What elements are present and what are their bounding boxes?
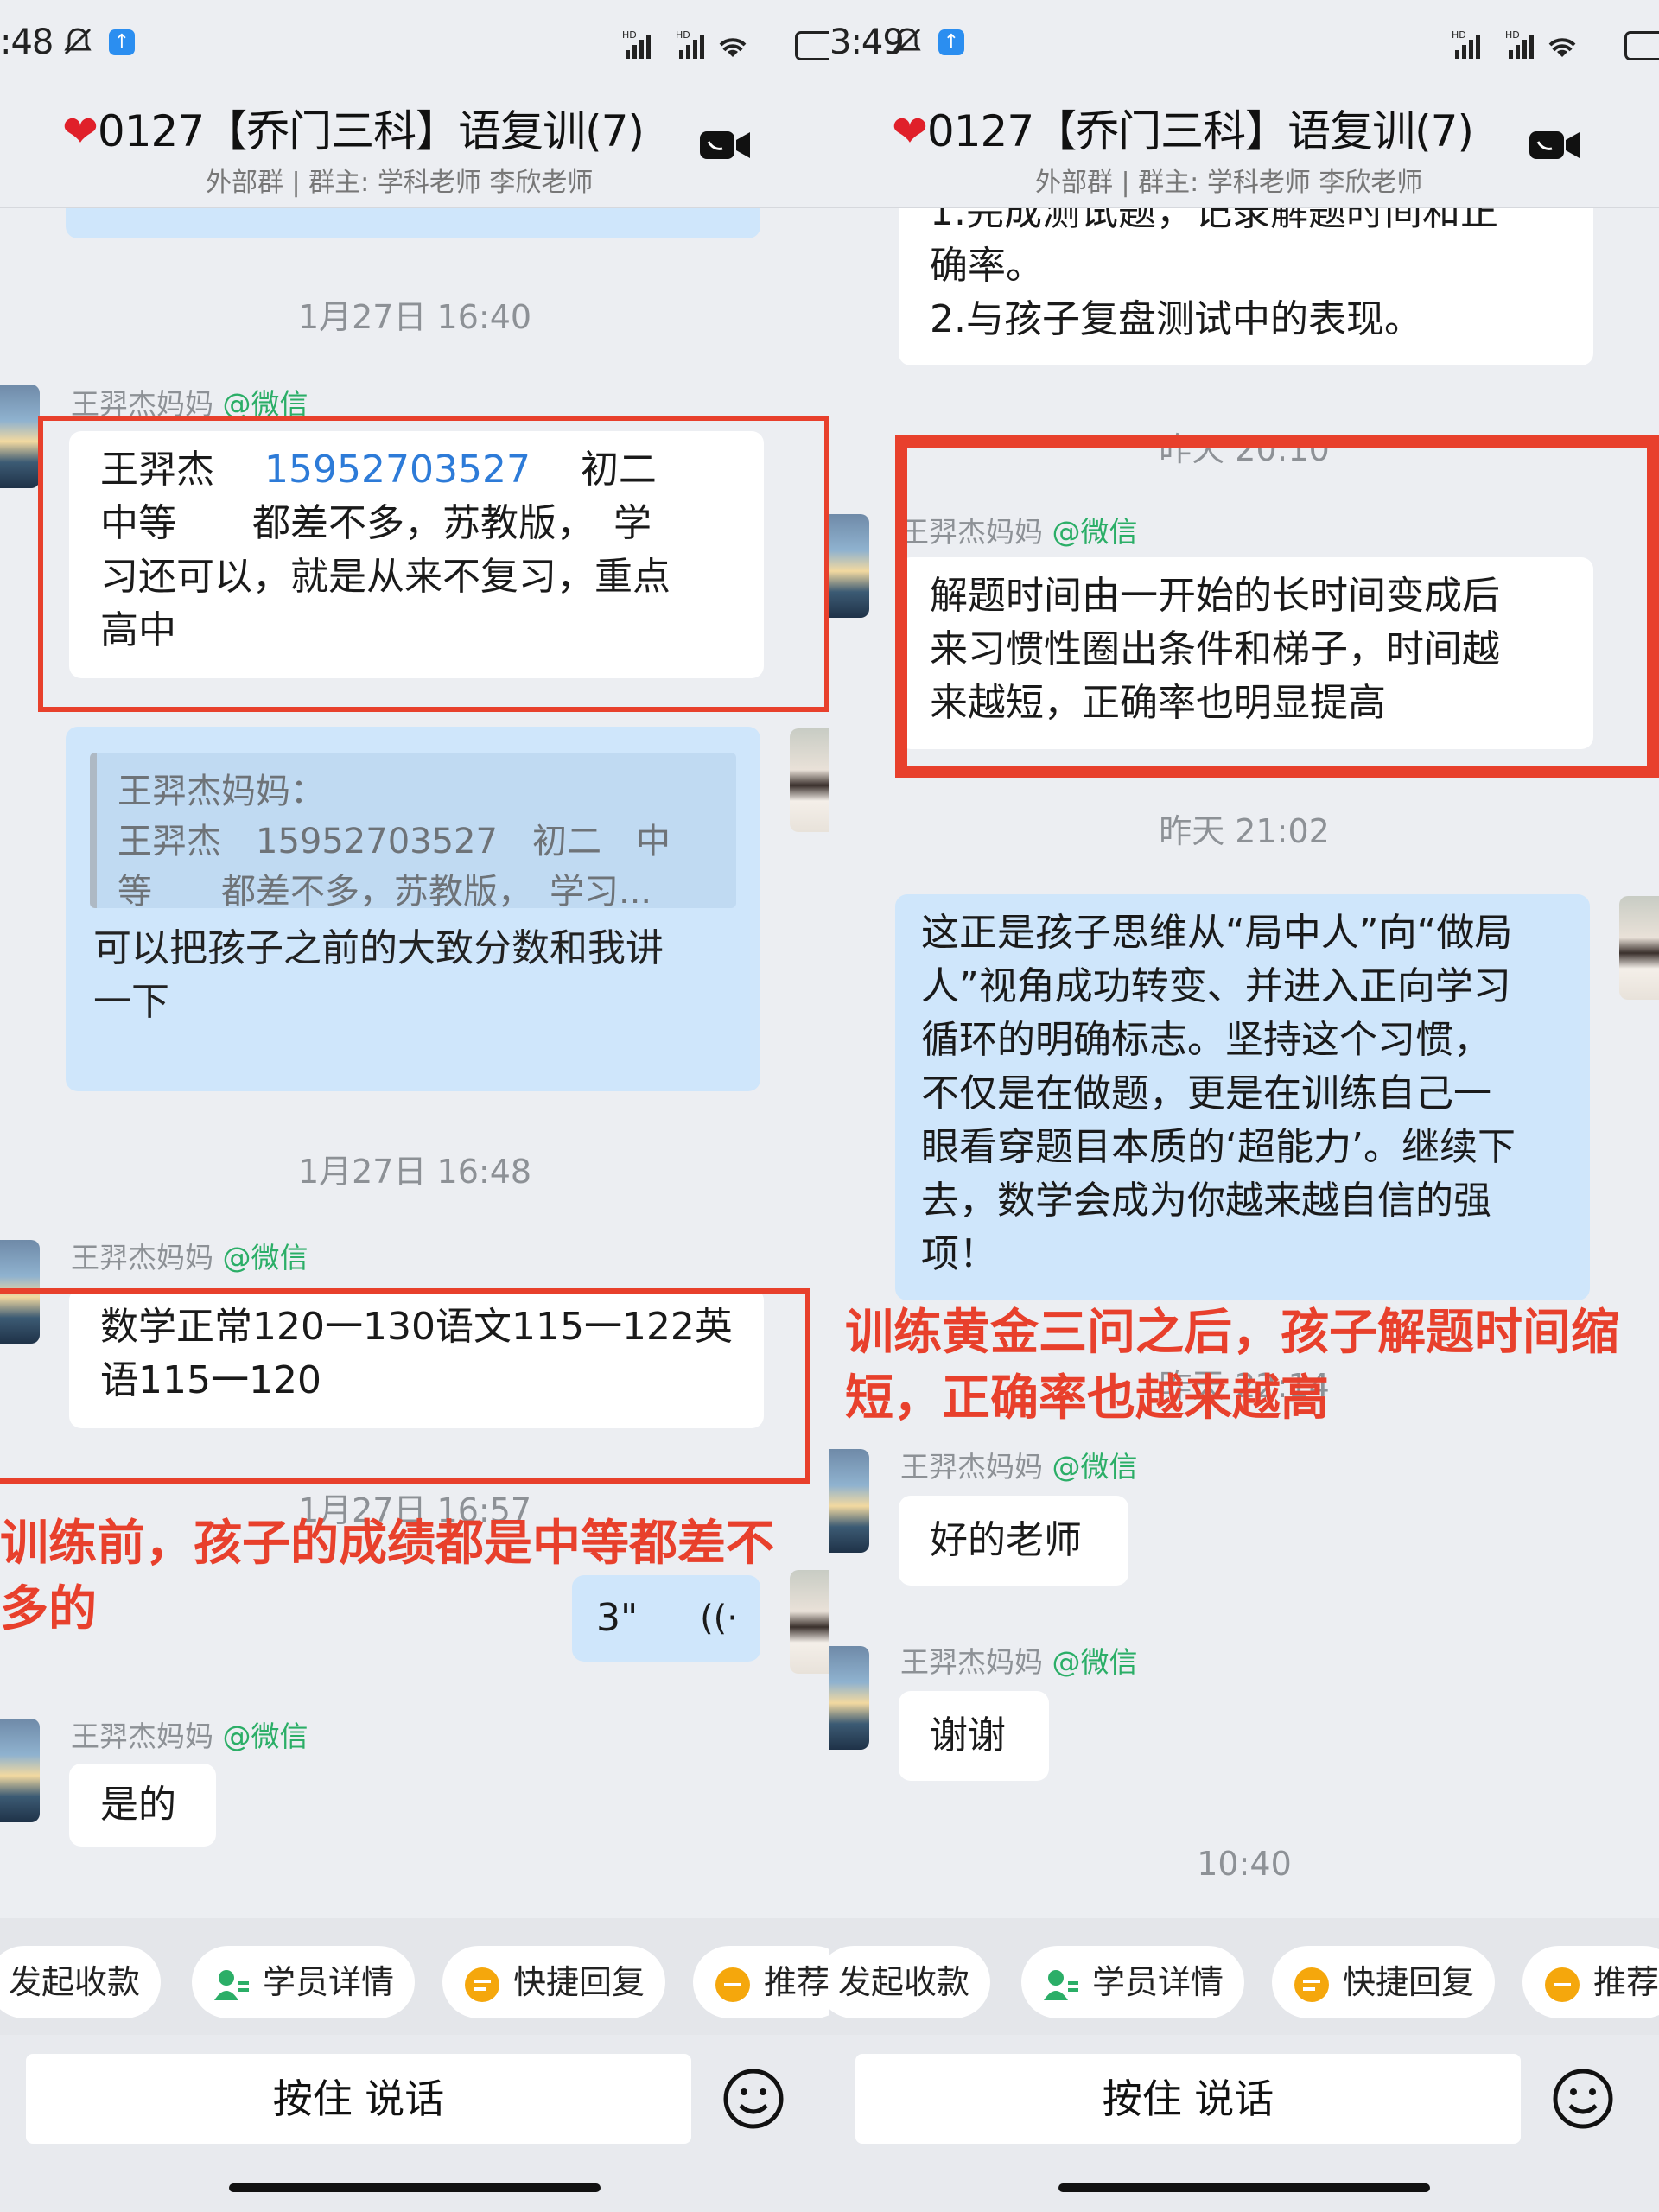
avatar[interactable] (790, 728, 830, 832)
sender-name: 王羿杰妈妈 @微信 (900, 1450, 1138, 1484)
quick-reply-chip[interactable]: 快捷回复 (1272, 1946, 1496, 2018)
avatar[interactable] (830, 514, 869, 618)
sender-name: 王羿杰妈妈 @微信 (71, 1719, 308, 1753)
home-indicator[interactable] (229, 2183, 601, 2192)
chat-subtitle: 外部群 | 群主: 学科老师 李欣老师 (206, 168, 594, 198)
collect-payment-chip[interactable]: 发起收款 (0, 1946, 162, 2018)
chat-title-text: 0127【乔门三科】语复训(7) (97, 106, 645, 156)
message-bubble[interactable]: 这正是孩子思维从“局中人”向“做局 人”视角成功转变、并进入正向学习 循环的明确… (895, 894, 1590, 1300)
chat-title[interactable]: ❤0127【乔门三科】语复训(7) (62, 97, 645, 159)
message-bubble[interactable]: 好的老师 (899, 1496, 1128, 1586)
emoji-icon[interactable] (1552, 2068, 1614, 2130)
avatar[interactable] (790, 1570, 830, 1674)
avatar[interactable] (0, 385, 40, 488)
hold-to-talk-button[interactable]: 按住 说话 (855, 2054, 1521, 2144)
input-bar: 按住 说话 (0, 2035, 830, 2212)
highlight-box (0, 1288, 810, 1484)
student-details-chip[interactable]: 学员详情 (1021, 1946, 1245, 2018)
hold-to-talk-button[interactable]: 按住 说话 (26, 2054, 691, 2144)
message-bubble[interactable]: 谢谢 (899, 1691, 1049, 1781)
chat-subtitle: 外部群 | 群主: 学科老师 李欣老师 (1035, 168, 1423, 198)
message-bubble[interactable]: 是的 (69, 1764, 216, 1847)
reply-text: 可以把孩子之前的大致分数和我讲 一下 (93, 926, 664, 1024)
voice-message[interactable]: 3" ((· (572, 1575, 760, 1662)
notification-icon: ↑ (109, 29, 135, 55)
quick-action-bar: 发起收款 学员详情 快捷回复 推荐 (830, 1918, 1659, 2035)
sender-name: 王羿杰妈妈 @微信 (900, 1645, 1138, 1679)
video-call-icon[interactable] (698, 128, 752, 162)
collect-payment-chip[interactable]: 发起收款 (830, 1946, 991, 2018)
avatar[interactable] (1619, 896, 1659, 1000)
muted-bell-icon (64, 28, 92, 55)
chat-title[interactable]: ❤0127【乔门三科】语复训(7) (892, 97, 1474, 159)
status-time: :48 (0, 22, 54, 62)
chat-title-text: 0127【乔门三科】语复训(7) (926, 106, 1474, 156)
message-list[interactable]: 1.完成测试题，记录解题时间和正 确率。 2.与孩子复盘测试中的表现。 昨天 2… (830, 174, 1659, 2212)
quick-reply-chip[interactable]: 快捷回复 (442, 1946, 666, 2018)
signal-icon: HD HD (622, 29, 747, 59)
quick-reply-icon (465, 1967, 499, 2002)
sender-name: 王羿杰妈妈 @微信 (71, 1241, 308, 1274)
muted-bell-icon (893, 28, 921, 55)
student-details-chip[interactable]: 学员详情 (192, 1946, 416, 2018)
status-bar: 3:49 ↑ HD HD (830, 0, 1659, 95)
svg-text:HD: HD (676, 29, 690, 41)
timestamp: 昨天 21:02 (1159, 812, 1330, 850)
message-list[interactable]: 1月27日 16:40 王羿杰妈妈 @微信 王羿杰 15952703527 初二… (0, 156, 830, 2212)
student-icon (1044, 1969, 1078, 2000)
heart-icon: ❤ (892, 106, 928, 156)
battery-icon (1624, 31, 1659, 60)
avatar[interactable] (0, 1719, 40, 1822)
avatar[interactable] (830, 1646, 869, 1750)
student-icon (214, 1969, 249, 2000)
chat-header: ❤0127【乔门三科】语复训(7) 外部群 | 群主: 学科老师 李欣老师 (830, 95, 1659, 208)
home-indicator[interactable] (1058, 2183, 1430, 2192)
highlight-box (895, 435, 1659, 778)
svg-text:HD: HD (622, 29, 637, 41)
battery-icon (795, 31, 830, 60)
video-call-icon[interactable] (1528, 128, 1581, 162)
recommend-chip[interactable]: 推荐 (693, 1946, 830, 2018)
quick-action-bar: 发起收款 学员详情 快捷回复 推荐 (0, 1918, 830, 2035)
emoji-icon[interactable] (722, 2068, 785, 2130)
timestamp: 10:40 (1197, 1845, 1292, 1883)
input-bar: 按住 说话 (830, 2035, 1659, 2212)
quoted-message[interactable]: 王羿杰妈妈： 王羿杰 15952703527 初二 中 等 都差不多，苏教版， … (90, 753, 736, 912)
avatar[interactable] (830, 1449, 869, 1553)
signal-icon: HD HD (1452, 29, 1576, 59)
annotation-text: 训练黄金三问之后，孩子解题时间缩 短，正确率也越来越高 (845, 1305, 1619, 1427)
right-screenshot: 3:49 ↑ HD HD ❤0127【乔门三科】语复训(7) 外部群 | 群主:… (830, 0, 1659, 2212)
left-screenshot: :48 ↑ HD HD ❤0127【乔门三科】语复训(7) 外部群 | 群主: … (0, 0, 830, 2212)
voice-play-icon: ((· (700, 1599, 738, 1638)
notification-icon: ↑ (938, 29, 964, 55)
svg-text:HD: HD (1505, 29, 1520, 41)
svg-text:HD: HD (1452, 29, 1466, 41)
recommend-icon (1545, 1967, 1580, 2002)
timestamp: 1月27日 16:48 (297, 1153, 532, 1191)
chat-header: ❤0127【乔门三科】语复训(7) 外部群 | 群主: 学科老师 李欣老师 (0, 95, 830, 208)
quick-reply-icon (1294, 1967, 1329, 2002)
recommend-chip[interactable]: 推荐 (1522, 1946, 1659, 2018)
recommend-icon (715, 1967, 750, 2002)
highlight-box (38, 416, 830, 712)
heart-icon: ❤ (62, 106, 99, 156)
timestamp: 1月27日 16:40 (297, 298, 532, 336)
status-bar: :48 ↑ HD HD (0, 0, 830, 95)
